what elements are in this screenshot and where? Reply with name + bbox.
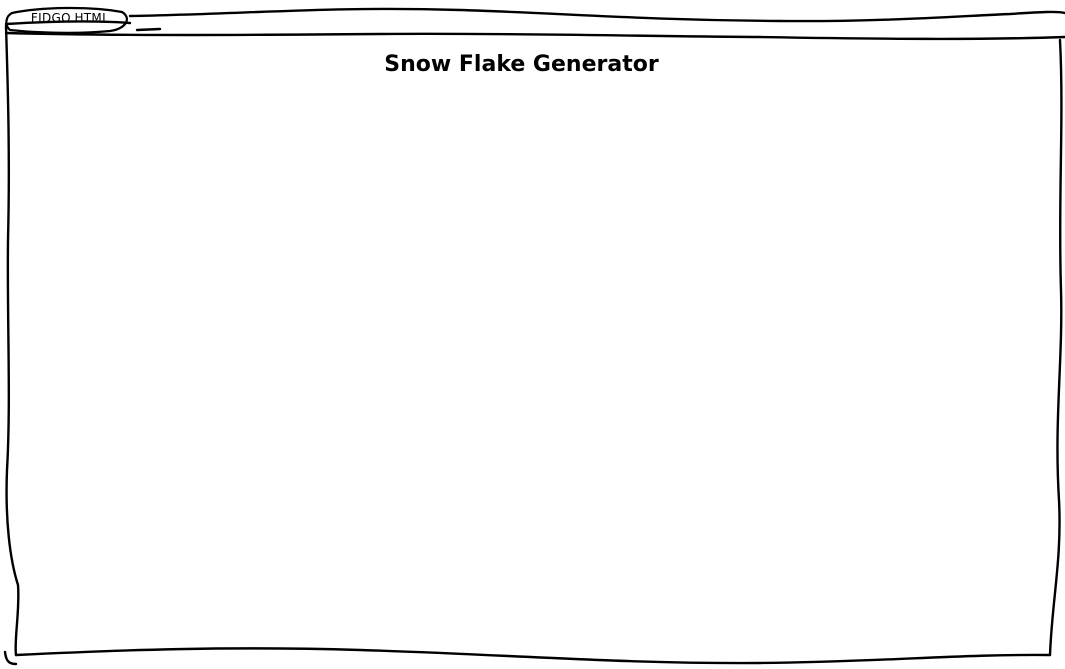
browser-window: FIDGO.HTML Snow Flake Generator xyxy=(0,0,1065,669)
snowflake-canvas[interactable] xyxy=(12,90,1052,645)
tab-title[interactable]: FIDGO.HTML xyxy=(17,9,123,27)
page-title: Snow Flake Generator xyxy=(384,52,659,77)
